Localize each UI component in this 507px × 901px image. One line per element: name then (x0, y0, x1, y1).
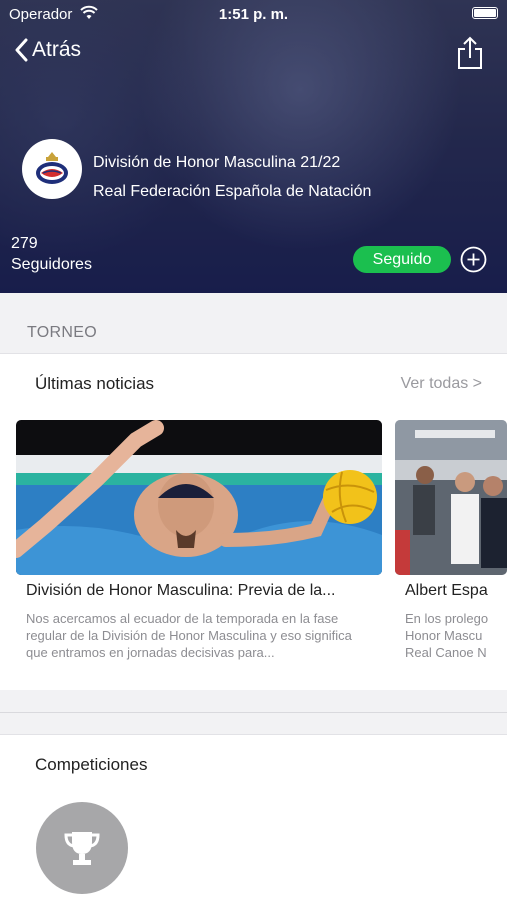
article-description: Nos acercamos al ecuador de la temporada… (26, 611, 352, 660)
followers-count: 279 (11, 235, 38, 252)
follow-button[interactable]: Seguido (353, 246, 451, 273)
league-name: División de Honor Masculina 21/22 (93, 154, 341, 171)
news-section: Últimas noticias Ver todas > División de… (0, 353, 507, 690)
add-button[interactable] (460, 246, 487, 273)
clock: 1:51 p. m. (218, 6, 289, 23)
organization-name: Real Federación Española de Natación (93, 183, 372, 200)
divider (0, 712, 507, 713)
league-header: Operador 1:51 p. m. Atrás División de Ho… (0, 0, 507, 293)
status-bar: Operador 1:51 p. m. (0, 4, 507, 24)
back-label: Atrás (32, 38, 82, 61)
plus-circle-icon (460, 246, 487, 273)
federation-logo (22, 139, 82, 199)
chevron-left-icon (15, 38, 28, 62)
league-info: División de Honor Masculina 21/22 Real F… (93, 148, 371, 206)
article-description: En los prolego Honor Mascu Real Canoe N (405, 611, 489, 660)
article-image (16, 420, 382, 575)
followers: 279 Seguidores (11, 233, 92, 275)
share-icon (458, 36, 482, 69)
section-label: TORNEO (27, 324, 97, 341)
competition-item[interactable] (36, 802, 128, 894)
back-button[interactable]: Atrás (14, 38, 81, 62)
news-article[interactable]: División de Honor Masculina: Previa de l… (16, 420, 382, 661)
article-title: División de Honor Masculina: Previa de l… (26, 582, 336, 599)
battery-icon (472, 7, 498, 19)
article-title: Albert Espa (405, 582, 488, 599)
followers-label: Seguidores (11, 256, 92, 273)
share-button[interactable] (457, 36, 483, 75)
competitions-title: Competiciones (35, 755, 148, 774)
competitions-section: Competiciones (0, 734, 507, 901)
see-all-link[interactable]: Ver todas > (401, 375, 482, 393)
article-image (395, 420, 507, 575)
news-article[interactable]: Albert Espa En los prolego Honor Mascu R… (395, 420, 507, 661)
news-title: Últimas noticias (35, 374, 155, 393)
trophy-icon (64, 832, 100, 865)
